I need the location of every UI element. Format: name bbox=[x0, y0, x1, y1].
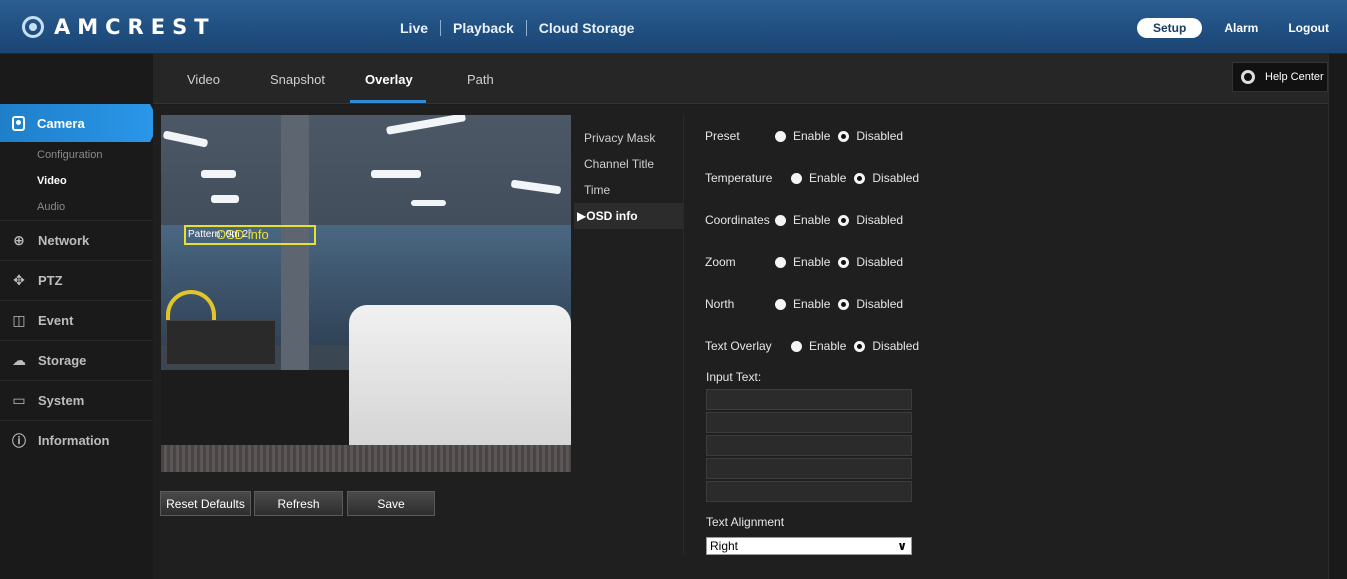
globe-icon: ⊕ bbox=[13, 232, 25, 248]
tab-overlay[interactable]: Overlay bbox=[365, 72, 413, 87]
main-nav: Live Playback Cloud Storage bbox=[388, 20, 646, 36]
tab-snapshot[interactable]: Snapshot bbox=[270, 72, 325, 87]
north-row: North Enable Disabled bbox=[705, 294, 911, 314]
text-overlay-row: Text Overlay Enable Disabled bbox=[705, 336, 927, 356]
menu-item-privacy-mask[interactable]: Privacy Mask bbox=[574, 125, 684, 151]
sidebar-item-system[interactable]: ▭ System bbox=[0, 380, 153, 420]
sidebar-subitem-video[interactable]: Video bbox=[0, 168, 153, 194]
save-button[interactable]: Save bbox=[347, 491, 435, 516]
video-preview[interactable] bbox=[161, 115, 571, 472]
zoom-row: Zoom Enable Disabled bbox=[705, 252, 911, 272]
menu-item-label: OSD info bbox=[586, 209, 638, 223]
sidebar-item-camera[interactable]: Camera bbox=[0, 104, 160, 142]
coordinates-row: Coordinates Enable Disabled bbox=[705, 210, 911, 230]
text-alignment-value: Right bbox=[710, 539, 739, 553]
osd-overlap-text: Pattern: 0m 2° bbox=[188, 229, 253, 240]
setup-button[interactable]: Setup bbox=[1136, 18, 1203, 38]
info-icon: ⓘ bbox=[12, 432, 26, 449]
text-overlay-label: Text Overlay bbox=[705, 339, 772, 353]
temperature-label: Temperature bbox=[705, 171, 773, 185]
menu-item-channel-title[interactable]: Channel Title bbox=[574, 151, 684, 177]
brand-name: AMCREST bbox=[54, 15, 216, 39]
sidebar: Camera Configuration Video Audio ⊕ Netwo… bbox=[0, 54, 160, 579]
coordinates-disabled-radio[interactable]: Disabled bbox=[838, 213, 903, 227]
preset-label: Preset bbox=[705, 129, 740, 143]
sidebar-subitem-audio[interactable]: Audio bbox=[0, 194, 153, 220]
preset-row: Preset Enable Disabled bbox=[705, 126, 911, 146]
sidebar-item-label: Event bbox=[38, 313, 74, 328]
preset-enable-radio[interactable]: Enable bbox=[775, 129, 830, 143]
input-text-line-5[interactable] bbox=[706, 481, 912, 502]
north-disabled-radio[interactable]: Disabled bbox=[838, 297, 903, 311]
north-enable-radio[interactable]: Enable bbox=[775, 297, 830, 311]
temperature-row: Temperature Enable Disabled bbox=[705, 168, 927, 188]
alarm-link[interactable]: Alarm bbox=[1224, 21, 1258, 35]
menu-item-osd-info[interactable]: ▶ OSD info bbox=[574, 203, 684, 229]
lifebuoy-icon bbox=[1241, 70, 1255, 84]
tab-video[interactable]: Video bbox=[187, 72, 220, 87]
sidebar-item-label: Camera bbox=[37, 115, 85, 131]
text-overlay-disabled-radio[interactable]: Disabled bbox=[854, 339, 919, 353]
ptz-arrows-icon: ✥ bbox=[13, 272, 25, 288]
text-alignment-label: Text Alignment bbox=[706, 515, 785, 529]
overlay-menu: Privacy Mask Channel Title Time ▶ OSD in… bbox=[574, 125, 684, 229]
sidebar-item-ptz[interactable]: ✥ PTZ bbox=[0, 260, 153, 300]
top-bar: AMCREST Live Playback Cloud Storage Setu… bbox=[0, 0, 1347, 54]
sidebar-item-label: Storage bbox=[38, 353, 87, 368]
sidebar-item-label: Network bbox=[38, 233, 90, 248]
event-alert-icon: ◫ bbox=[12, 312, 26, 328]
sidebar-item-event[interactable]: ◫ Event bbox=[0, 300, 153, 340]
menu-item-time[interactable]: Time bbox=[574, 177, 684, 203]
sub-nav: Video Snapshot Overlay Path Help Center bbox=[153, 54, 1328, 104]
camera-icon bbox=[12, 115, 25, 131]
zoom-disabled-radio[interactable]: Disabled bbox=[838, 255, 903, 269]
sidebar-subitem-configuration[interactable]: Configuration bbox=[0, 142, 153, 168]
help-center-label: Help Center bbox=[1265, 71, 1324, 83]
coordinates-label: Coordinates bbox=[705, 213, 770, 227]
active-marker: ▶ bbox=[577, 209, 587, 223]
nav-cloud-storage[interactable]: Cloud Storage bbox=[527, 20, 647, 36]
refresh-button[interactable]: Refresh bbox=[254, 491, 343, 516]
chevron-down-icon: ∨ bbox=[897, 539, 907, 553]
help-center-button[interactable]: Help Center bbox=[1232, 62, 1328, 92]
nav-live[interactable]: Live bbox=[388, 20, 440, 36]
input-text-line-2[interactable] bbox=[706, 412, 912, 433]
tab-path[interactable]: Path bbox=[467, 72, 494, 87]
input-text-line-1[interactable] bbox=[706, 389, 912, 410]
sidebar-item-label: System bbox=[38, 393, 85, 408]
zoom-label: Zoom bbox=[705, 255, 736, 269]
monitor-icon: ▭ bbox=[12, 392, 26, 408]
logout-link[interactable]: Logout bbox=[1288, 21, 1329, 35]
nav-playback[interactable]: Playback bbox=[441, 20, 526, 36]
north-label: North bbox=[705, 297, 735, 311]
input-text-line-3[interactable] bbox=[706, 435, 912, 456]
right-nav: Setup Alarm Logout bbox=[1136, 18, 1329, 38]
sidebar-item-label: PTZ bbox=[38, 273, 63, 288]
sidebar-item-network[interactable]: ⊕ Network bbox=[0, 220, 153, 260]
scrollbar[interactable] bbox=[1328, 54, 1347, 579]
input-text-label: Input Text: bbox=[706, 370, 762, 384]
sidebar-item-information[interactable]: ⓘ Information bbox=[0, 420, 153, 460]
osd-info-region[interactable]: Pattern: 0m 2° OSD info bbox=[184, 225, 316, 245]
preset-disabled-radio[interactable]: Disabled bbox=[838, 129, 903, 143]
sidebar-item-label: Information bbox=[38, 433, 110, 448]
coordinates-enable-radio[interactable]: Enable bbox=[775, 213, 830, 227]
amcrest-logo: AMCREST bbox=[22, 14, 216, 40]
zoom-enable-radio[interactable]: Enable bbox=[775, 255, 830, 269]
logo-icon bbox=[22, 16, 44, 38]
temperature-disabled-radio[interactable]: Disabled bbox=[854, 171, 919, 185]
text-overlay-enable-radio[interactable]: Enable bbox=[791, 339, 846, 353]
cloud-icon: ☁ bbox=[12, 352, 26, 368]
temperature-enable-radio[interactable]: Enable bbox=[791, 171, 846, 185]
input-text-line-4[interactable] bbox=[706, 458, 912, 479]
reset-defaults-button[interactable]: Reset Defaults bbox=[160, 491, 251, 516]
text-alignment-select[interactable]: Right ∨ bbox=[706, 537, 912, 555]
active-tab-indicator bbox=[350, 100, 426, 103]
sidebar-item-storage[interactable]: ☁ Storage bbox=[0, 340, 153, 380]
menu-divider bbox=[683, 115, 684, 555]
